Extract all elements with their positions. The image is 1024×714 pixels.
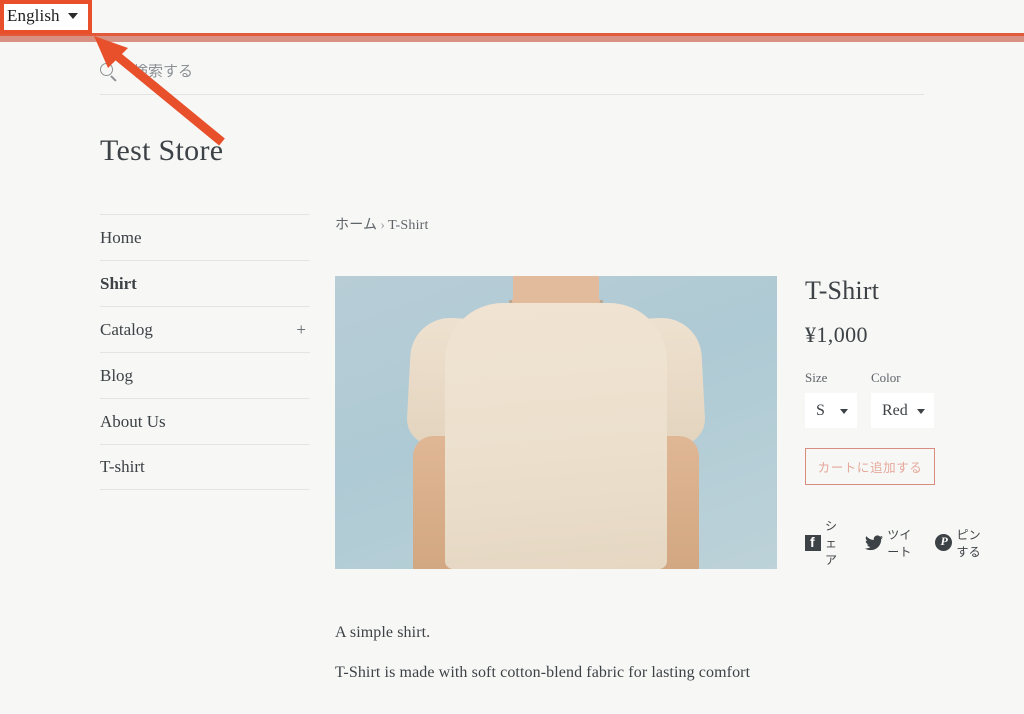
product-options: Size S Color Red [805,370,985,428]
language-selector[interactable]: English [0,0,90,32]
add-to-cart-button[interactable]: カートに追加する [805,448,935,485]
share-facebook[interactable]: シェア [805,517,845,568]
description-line: T-Shirt is made with soft cotton-blend f… [335,664,751,681]
product-description: A simple shirt. T-Shirt is made with sof… [335,624,935,704]
share-twitter-label: ツイート [887,527,912,559]
expand-plus-icon[interactable]: + [296,320,310,340]
sidebar-item-catalog[interactable]: Catalog + [100,306,310,352]
photo-torso [445,303,667,569]
breadcrumb-current: T-Shirt [388,218,429,233]
color-select-value: Red [882,401,908,419]
share-facebook-label: シェア [825,519,838,567]
sidebar-item-home[interactable]: Home [100,214,310,260]
color-select[interactable]: Red [871,393,934,428]
pinterest-icon [935,534,953,551]
store-title: Test Store [100,134,224,167]
sidebar-item-blog[interactable]: Blog [100,352,310,398]
breadcrumb: ホーム › T-Shirt [335,214,935,234]
option-size: Size S [805,370,857,428]
share-links: シェア ツイート ピンする [805,517,985,568]
sidebar-item-about-us[interactable]: About Us [100,398,310,444]
option-color-label: Color [871,370,901,385]
product-info: T-Shirt ¥1,000 Size S Color Red カートに追加する… [805,276,985,568]
chevron-down-icon [916,408,925,414]
search-bar [100,50,924,95]
sidebar-nav: Home Shirt Catalog + Blog About Us T-shi… [100,214,310,490]
sidebar-item-label: Shirt [100,273,137,293]
sidebar-item-label: About Us [100,411,166,431]
share-pinterest[interactable]: ピンする [935,526,985,560]
chevron-down-icon [67,13,78,19]
sidebar-item-label: T-shirt [100,457,145,476]
sidebar-item-shirt[interactable]: Shirt [100,260,310,306]
page-root: English Test Store Home Shirt Catalog + [0,0,1024,714]
share-twitter[interactable]: ツイート [865,526,915,560]
language-selector-value: English [7,6,60,25]
sidebar-item-label: Blog [100,365,134,385]
store-page: Test Store Home Shirt Catalog + Blog Abo… [0,42,1024,714]
sidebar-item-label: Home [100,227,142,247]
size-select[interactable]: S [805,393,857,428]
option-color: Color Red [871,370,934,428]
description-line: A simple shirt. [335,624,431,641]
sidebar-item-t-shirt[interactable]: T-shirt [100,444,310,490]
chevron-down-icon [840,408,848,414]
twitter-icon [865,534,884,551]
product-title: T-Shirt [805,276,880,305]
translate-bar: English [0,0,1024,33]
search-icon [100,62,119,82]
sidebar-item-label: Catalog [100,319,153,339]
option-size-label: Size [805,370,828,385]
breadcrumb-home[interactable]: ホーム [335,218,377,233]
facebook-icon [805,534,821,551]
size-select-value: S [816,401,825,419]
breadcrumb-separator: › [380,218,386,233]
product-price: ¥1,000 [805,322,868,347]
search-input[interactable] [133,63,533,81]
share-pinterest-label: ピンする [956,527,981,559]
product-main: ホーム › T-Shirt T-Shirt ¥1,000 Size S Colo… [335,214,981,681]
product-image[interactable] [335,276,777,569]
